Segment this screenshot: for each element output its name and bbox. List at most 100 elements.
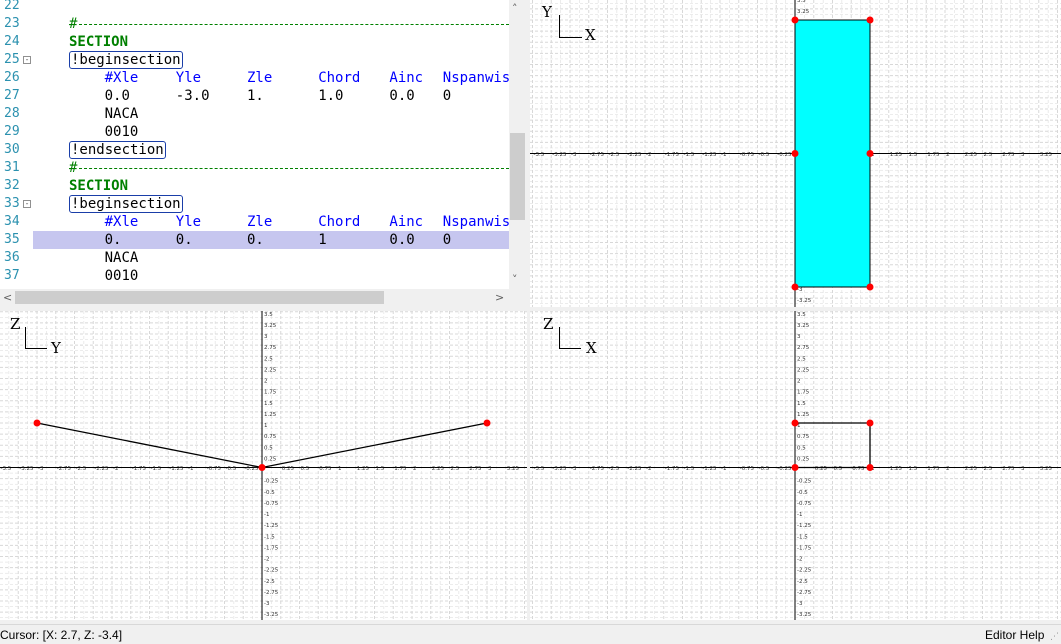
code-line[interactable]: 32 SECTION xyxy=(0,177,509,195)
line-gutter: 29 xyxy=(0,123,33,141)
top-view-plot[interactable]: -3.5 -3.25 -3 -2.75 -2.5 -2.25 -2 -1.75 -1.5 -1.2… xyxy=(530,0,1061,307)
code-line[interactable]: 23 # xyxy=(0,15,509,33)
y-tick-label: 0.75 xyxy=(797,434,810,440)
code-line[interactable]: 34 #Xle Yle Zle Chord Ainc Nspanwis xyxy=(0,213,509,231)
horizontal-scrollbar[interactable]: < > xyxy=(0,289,509,307)
line-number: 24 xyxy=(4,34,20,49)
front-view-plot[interactable]: -3.5 -3.25 -3 -2.75 -2.5 -2.25 -2 -1.75 -1.5 -1.2… xyxy=(0,311,527,620)
axis-indicator-vertical xyxy=(559,327,560,348)
y-tick-label: -1 xyxy=(797,512,802,518)
resize-grip-icon[interactable]: ⋰ xyxy=(1050,632,1059,642)
y-tick-label: -2.5 xyxy=(264,579,275,585)
fold-toggle-icon[interactable]: - xyxy=(23,200,31,208)
x-tick-label: 2 xyxy=(946,466,950,472)
front-view-canvas[interactable]: -3.5 -3.25 -3 -2.75 -2.5 -2.25 -2 -1.75 -1.5 -1.2… xyxy=(0,311,527,620)
x-tick-label: -0.25 xyxy=(777,152,792,158)
y-tick-label: -1.25 xyxy=(797,523,812,529)
x-tick-label: -3 xyxy=(38,466,44,472)
section-point xyxy=(866,419,874,427)
line-gutter: 28 xyxy=(0,105,33,123)
value-text: 0 xyxy=(442,232,452,248)
code-line[interactable]: 37 0010 xyxy=(0,267,509,285)
value-text: 0.0 xyxy=(104,88,130,104)
x-tick-label: -3.5 xyxy=(534,152,545,158)
axis-indicator-horizontal xyxy=(559,37,582,38)
x-tick-label: -0.75 xyxy=(207,466,222,472)
line-gutter: 35 xyxy=(0,231,33,249)
line-number: 25 xyxy=(4,52,20,67)
y-tick-label: 3 xyxy=(797,334,801,340)
line-gutter: 32 xyxy=(0,177,33,195)
x-tick-label: 0.5 xyxy=(301,466,310,472)
y-tick-label: -0.5 xyxy=(797,490,808,496)
x-tick-label: 3 xyxy=(488,466,492,472)
section-tag: !endsection xyxy=(69,141,166,159)
horizontal-scroll-thumb[interactable] xyxy=(15,291,384,304)
chevron-down-icon[interactable]: ˅ xyxy=(512,274,518,286)
fold-toggle-icon[interactable]: - xyxy=(23,56,31,64)
x-tick-label: 2.5 xyxy=(984,466,993,472)
code-line[interactable]: 36 NACA xyxy=(0,249,509,267)
code-line[interactable]: 25- !beginsection xyxy=(0,51,509,69)
x-tick-label: -2 xyxy=(113,466,118,472)
y-tick-label: 0.25 xyxy=(264,456,277,462)
section-point xyxy=(33,419,41,427)
line-number: 31 xyxy=(4,160,20,175)
code-line[interactable]: 27 0.0 -3.0 1. 1.0 0.0 0 xyxy=(0,87,509,105)
section-point xyxy=(791,283,799,291)
x-tick-label: -1.25 xyxy=(169,466,184,472)
value-text: 1 xyxy=(318,232,327,248)
axis-indicator-horizontal xyxy=(559,348,581,349)
x-tick-label: -1.5 xyxy=(684,152,695,158)
vertical-scrollbar[interactable]: ˄ ˅ xyxy=(509,0,527,289)
code-line[interactable]: 24 SECTION xyxy=(0,33,509,51)
line-number: 26 xyxy=(4,70,20,85)
x-tick-label: -0.75 xyxy=(740,152,755,158)
y-tick-label: -2 xyxy=(264,557,269,563)
code-line[interactable]: 28 NACA xyxy=(0,105,509,123)
column-header: Chord xyxy=(318,70,361,86)
x-tick-label: -3.25 xyxy=(19,466,34,472)
code-line[interactable]: 30 !endsection xyxy=(0,141,509,159)
x-tick-label: -1.75 xyxy=(665,152,680,158)
y-tick-label: 1.75 xyxy=(797,390,810,396)
y-tick-label: 1.5 xyxy=(797,401,806,407)
x-tick-label: 1.25 xyxy=(357,466,370,472)
chevron-right-icon[interactable]: > xyxy=(495,292,504,304)
code-line[interactable]: 22 xyxy=(0,0,509,15)
code-line[interactable]: 31 # xyxy=(0,159,509,177)
side-view-plot[interactable]: -3.5 -3.25 -3 -2.75 -2.5 -2.25 -2 -1.75 -1.5 -1.2… xyxy=(530,311,1061,620)
y-tick-label: 0.5 xyxy=(264,445,273,451)
x-tick-label: 1.5 xyxy=(909,152,918,158)
y-tick-label: -0.25 xyxy=(797,479,812,485)
code-line[interactable]: 26 #Xle Yle Zle Chord Ainc Nspanwis xyxy=(0,69,509,87)
x-tick-label: -1.25 xyxy=(702,152,717,158)
code-line[interactable]: 35 0. 0. 0. 1 0.0 0 xyxy=(0,231,509,249)
section-point xyxy=(866,16,874,24)
axis-indicator-vertical xyxy=(559,15,560,37)
code-area[interactable]: 22 23 #24 SECTION 25- !beginsection 26 #Xle Yle Z… xyxy=(0,0,509,289)
chevron-left-icon[interactable]: < xyxy=(3,292,12,304)
x-tick-label: 3.25 xyxy=(507,466,520,472)
line-gutter: 27 xyxy=(0,87,33,105)
column-header: Ainc xyxy=(389,214,424,230)
x-tick-label: 3.25 xyxy=(1040,152,1053,158)
x-tick-label: 2.75 xyxy=(1002,466,1015,472)
chevron-up-icon[interactable]: ˄ xyxy=(512,3,518,15)
x-tick-label: 1.75 xyxy=(394,466,407,472)
line-number: 22 xyxy=(4,0,20,13)
top-view-canvas[interactable]: -3.5 -3.25 -3 -2.75 -2.5 -2.25 -2 -1.75 -1.5 -1.2… xyxy=(530,0,1061,307)
code-line[interactable]: 29 0010 xyxy=(0,123,509,141)
code-line[interactable]: 33- !beginsection xyxy=(0,195,509,213)
x-tick-label: -2.75 xyxy=(590,466,605,472)
editor-help-link[interactable]: Editor Help xyxy=(985,628,1044,642)
x-tick-label: -2.75 xyxy=(57,466,72,472)
y-tick-label: -1 xyxy=(264,512,269,518)
y-tick-label: -1.75 xyxy=(797,545,812,551)
line-number: 34 xyxy=(4,214,20,229)
code-editor[interactable]: 22 23 #24 SECTION 25- !beginsection 26 #Xle Yle Z… xyxy=(0,0,527,307)
side-view-canvas[interactable]: -3.5 -3.25 -3 -2.75 -2.5 -2.25 -2 -1.75 -1.5 -1.2… xyxy=(530,311,1061,620)
x-tick-label: -1 xyxy=(721,152,726,158)
line-number: 36 xyxy=(4,250,20,265)
vertical-scroll-thumb[interactable] xyxy=(510,133,525,220)
